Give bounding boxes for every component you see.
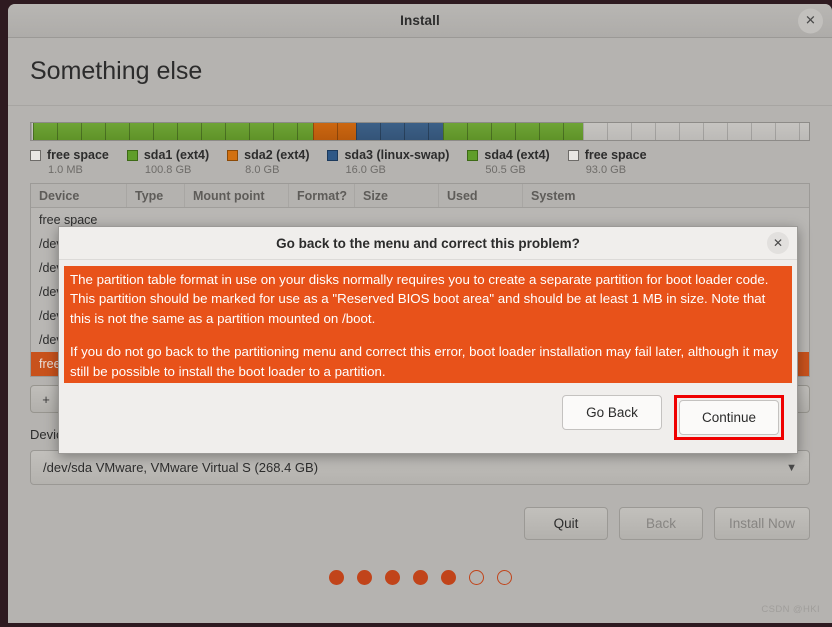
dialog-paragraph-2: If you do not go back to the partitionin… [70, 342, 786, 382]
bootloader-device-select[interactable]: /dev/sda VMware, VMware Virtual S (268.4… [30, 450, 810, 485]
install-now-button: Install Now [713, 507, 810, 540]
table-column-header[interactable]: Mount point [185, 184, 289, 207]
partition-legend: free space 1.0 MB sda1 (ext4) 100.8 GB sda2 … [30, 148, 810, 176]
dialog-paragraph-1: The partition table format in use on you… [70, 272, 769, 326]
partition-segment-sda3 [356, 123, 444, 140]
go-back-button[interactable]: Go Back [562, 395, 662, 431]
legend-item: sda2 (ext4) 8.0 GB [227, 148, 309, 176]
legend-top: free space [567, 148, 647, 162]
table-column-header[interactable]: System [523, 184, 723, 207]
window-title: Install [400, 13, 440, 28]
legend-label: sda4 (ext4) [484, 148, 550, 162]
chevron-down-icon: ▼ [786, 461, 797, 474]
progress-dot [328, 570, 344, 585]
close-icon[interactable]: ✕ [798, 8, 823, 33]
legend-size: 1.0 MB [48, 164, 83, 176]
legend-item: sda1 (ext4) 100.8 GB [126, 148, 210, 176]
legend-label: sda3 (linux-swap) [344, 148, 450, 162]
legend-item: sda4 (ext4) 50.5 GB [467, 148, 550, 176]
continue-button[interactable]: Continue [679, 400, 779, 436]
table-column-header[interactable]: Used [439, 184, 523, 207]
legend-label: sda2 (ext4) [244, 148, 310, 162]
progress-dot [412, 570, 428, 585]
dialog-paragraph-2-text: If you do not go back to the partitionin… [70, 342, 786, 382]
back-button: Back [618, 507, 703, 540]
boot-warning-dialog: Go back to the menu and correct this pro… [58, 226, 798, 455]
legend-item: free space 1.0 MB [30, 148, 109, 176]
table-column-header[interactable]: Size [355, 184, 439, 207]
partition-segment-sda1 [32, 123, 313, 140]
table-column-header[interactable]: Type [127, 184, 185, 207]
table-column-header[interactable]: Device [31, 184, 127, 207]
legend-size: 93.0 GB [585, 164, 627, 176]
legend-top: sda1 (ext4) [126, 148, 210, 162]
continue-button-highlight: Continue [674, 395, 784, 441]
dialog-titlebar: Go back to the menu and correct this pro… [59, 227, 797, 260]
watermark: CSDN @HKI [761, 604, 820, 615]
progress-dot [384, 570, 400, 585]
legend-swatch-icon [30, 149, 41, 161]
legend-label: sda1 (ext4) [143, 148, 210, 162]
partition-bar [30, 122, 810, 141]
legend-size: 16.0 GB [345, 164, 386, 176]
dialog-alert: The partition table format in use on you… [64, 266, 792, 384]
legend-item: sda3 (linux-swap) 16.0 GB [327, 148, 449, 176]
legend-size: 50.5 GB [485, 164, 526, 176]
legend-swatch-icon [126, 149, 138, 161]
table-column-header[interactable]: Format? [289, 184, 355, 207]
page-heading-area: Something else [8, 38, 832, 106]
progress-dot [468, 570, 484, 585]
progress-dot [356, 570, 372, 585]
screen: Install ✕ Something else free space 1.0 M… [0, 0, 832, 627]
install-window: Install ✕ Something else free space 1.0 M… [8, 4, 832, 623]
bootloader-device-value: /dev/sda VMware, VMware Virtual S (268.4… [43, 460, 319, 475]
legend-top: sda3 (linux-swap) [327, 148, 449, 162]
legend-swatch-icon [467, 149, 479, 161]
quit-button[interactable]: Quit [523, 507, 608, 540]
dialog-body: The partition table format in use on you… [59, 260, 797, 384]
page-title: Something else [30, 57, 203, 85]
legend-top: sda2 (ext4) [227, 148, 309, 162]
progress-dots [30, 570, 810, 585]
close-icon[interactable]: ✕ [767, 232, 789, 254]
legend-item: free space 93.0 GB [567, 148, 647, 176]
progress-dot [440, 570, 456, 585]
partition-segment-free-space [583, 123, 809, 140]
table-cell-device: free space [39, 213, 98, 227]
partition-segment-sda2 [312, 123, 357, 140]
legend-label: free space [584, 148, 647, 162]
legend-swatch-icon [327, 149, 339, 161]
legend-size: 8.0 GB [245, 164, 280, 176]
legend-label: free space [47, 148, 109, 162]
footer-buttons: Quit Back Install Now [30, 507, 810, 540]
partition-table-header: Device Type Mount point Format? Size Used Syst… [31, 184, 809, 208]
window-titlebar: Install ✕ [8, 4, 832, 38]
legend-swatch-icon [227, 149, 239, 161]
legend-size: 100.8 GB [144, 164, 192, 176]
legend-top: free space [30, 148, 109, 162]
dialog-title: Go back to the menu and correct this pro… [276, 235, 580, 251]
partition-segment-sda4 [443, 123, 584, 140]
dialog-paragraph-spacer [70, 328, 786, 342]
legend-top: sda4 (ext4) [467, 148, 550, 162]
dialog-footer: Go Back Continue [59, 383, 797, 454]
progress-dot [496, 570, 512, 585]
legend-swatch-icon [567, 149, 579, 161]
